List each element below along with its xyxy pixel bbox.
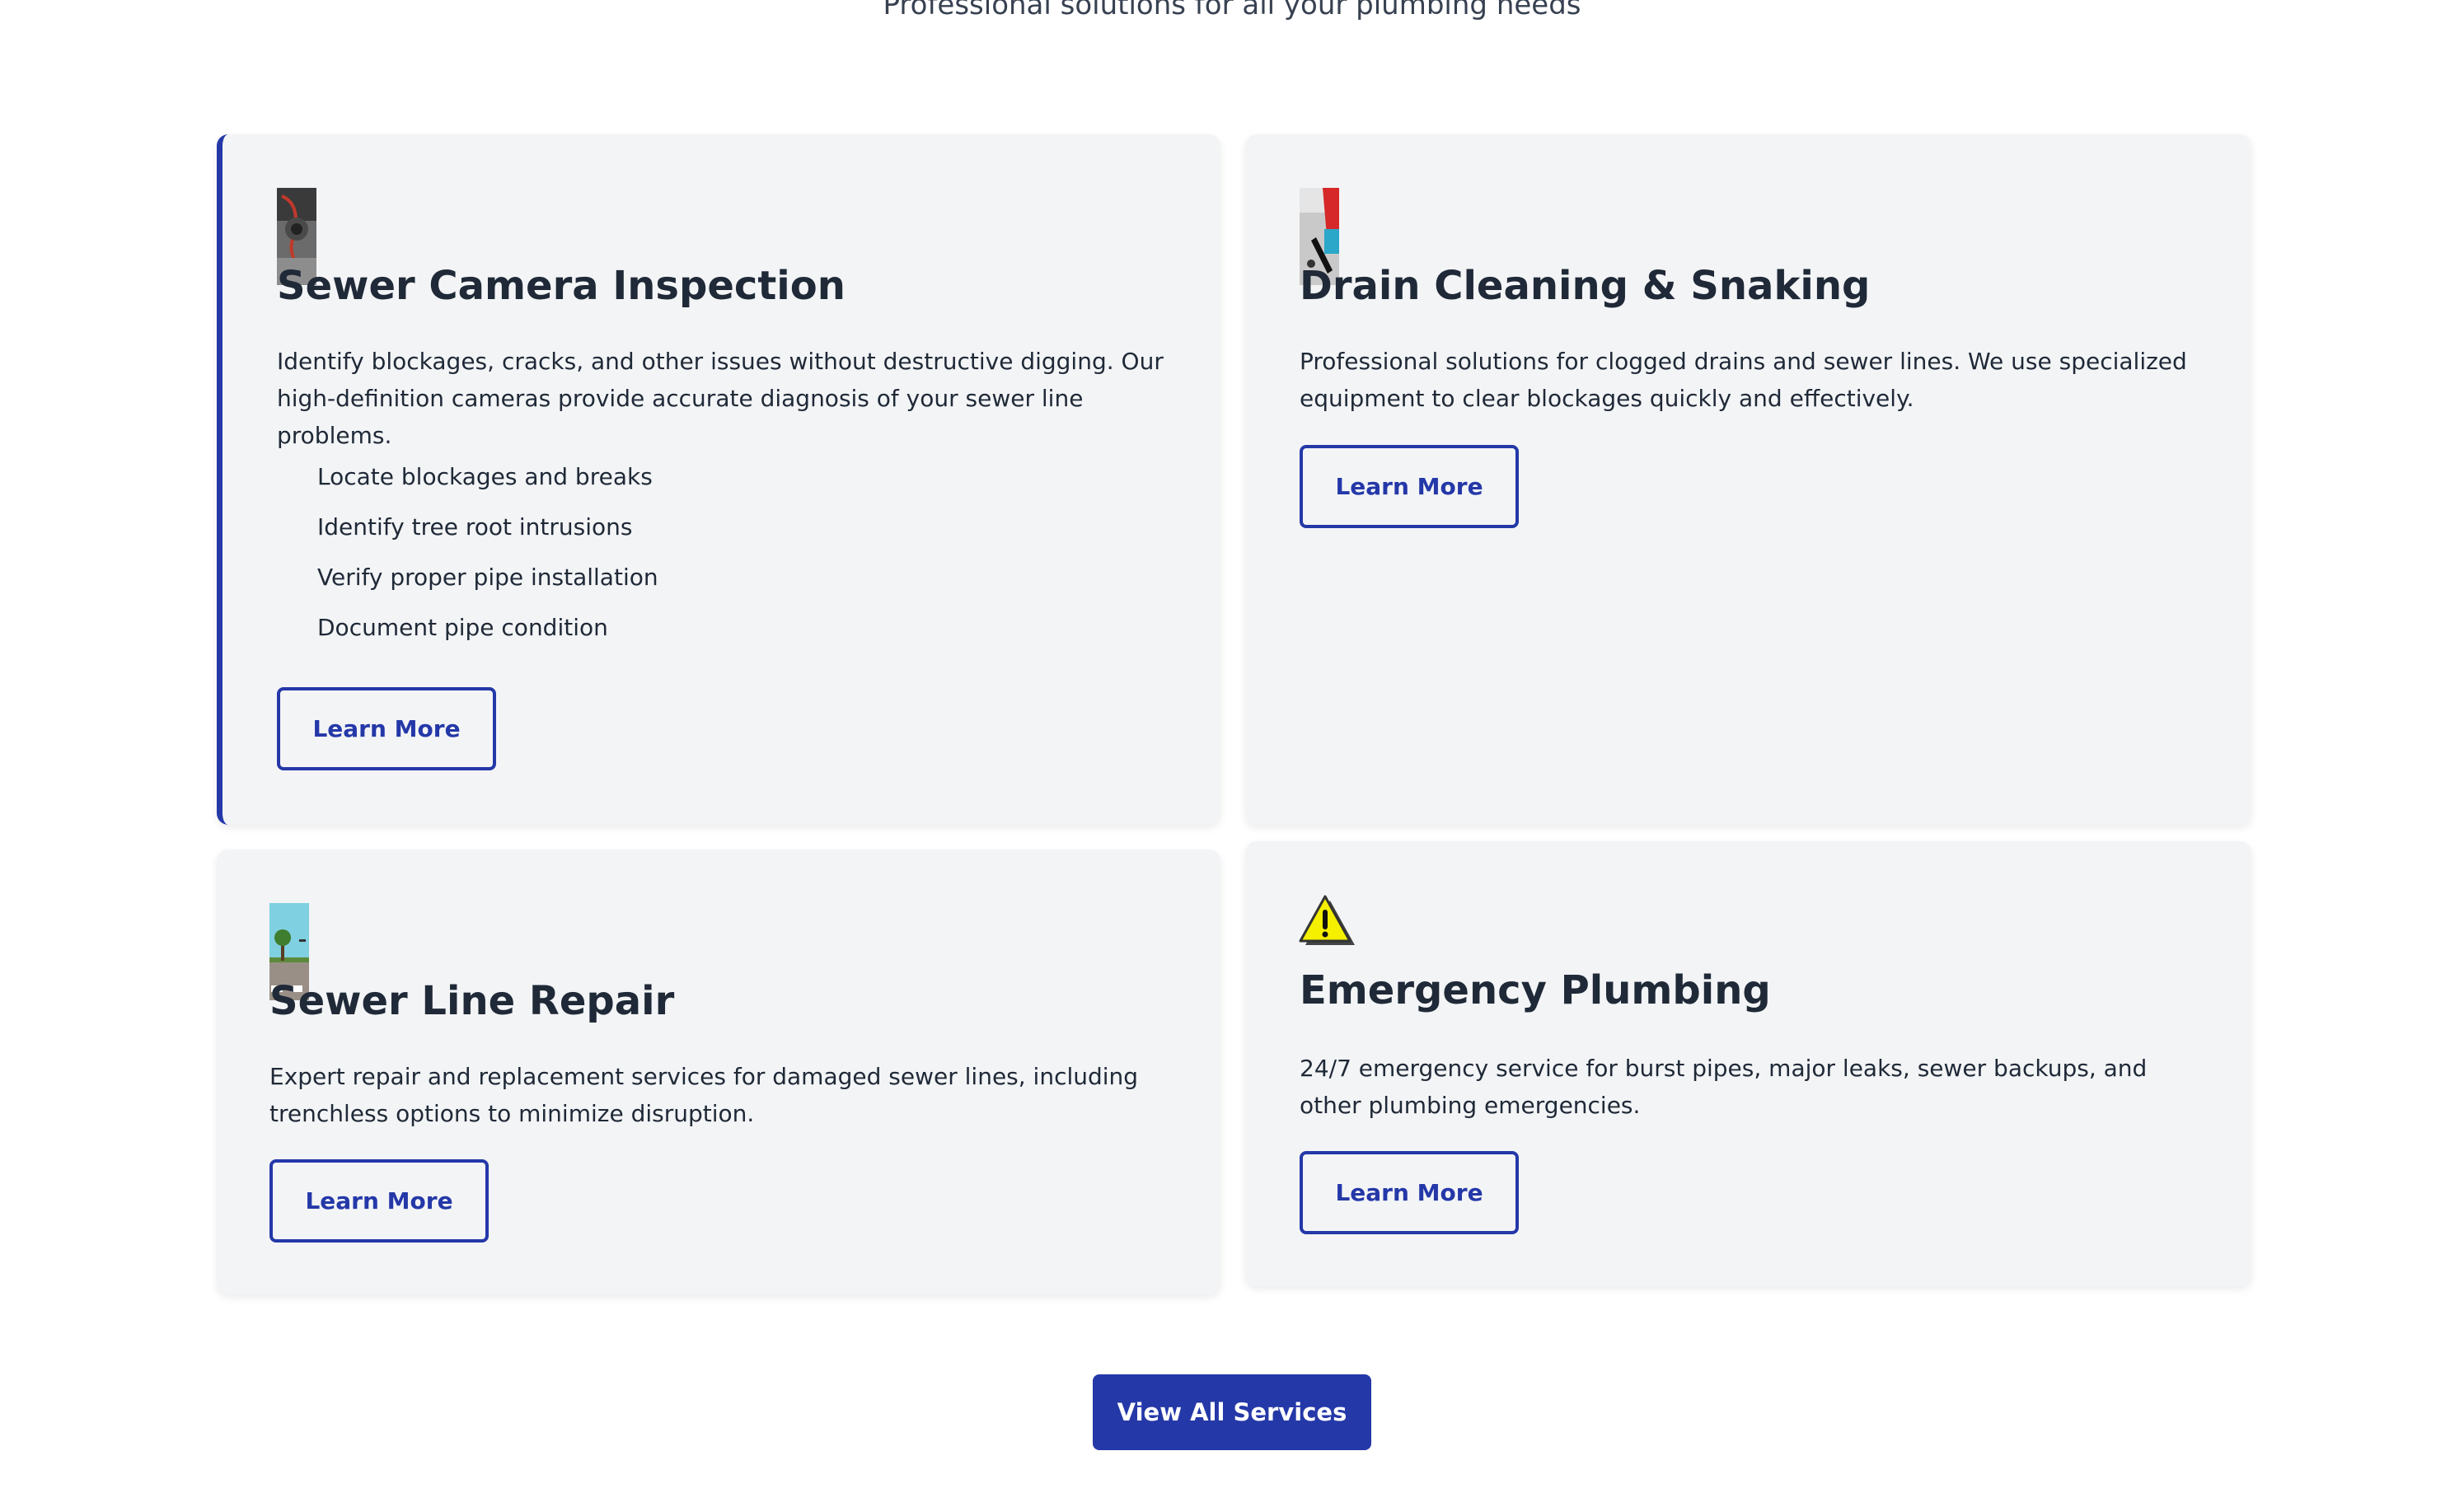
feature-item: Verify proper pipe installation: [317, 564, 658, 591]
section-subtitle: Professional solutions for all your plum…: [883, 0, 1581, 21]
card-description: 24/7 emergency service for burst pipes, …: [1300, 1055, 2148, 1119]
service-card-drain-cleaning: Drain Cleaning & Snaking Professional so…: [1245, 134, 2251, 825]
card-title: Drain Cleaning & Snaking: [1300, 263, 1871, 309]
learn-more-button[interactable]: Learn More: [277, 687, 496, 770]
card-title: Emergency Plumbing: [1300, 967, 1771, 1013]
card-description: Professional solutions for clogged drain…: [1300, 348, 2187, 412]
card-title: Sewer Line Repair: [269, 978, 675, 1024]
learn-more-button[interactable]: Learn More: [1300, 1151, 1519, 1234]
learn-more-button[interactable]: Learn More: [1300, 445, 1519, 528]
card-description: Expert repair and replacement services f…: [269, 1063, 1139, 1127]
feature-item: Locate blockages and breaks: [317, 463, 653, 490]
card-description: Identify blockages, cracks, and other is…: [277, 348, 1164, 449]
card-title: Sewer Camera Inspection: [277, 263, 846, 309]
learn-more-button[interactable]: Learn More: [269, 1159, 489, 1243]
service-card-emergency-plumbing: Emergency Plumbing 24/7 emergency servic…: [1245, 841, 2251, 1286]
services-section: Professional solutions for all your plum…: [0, 0, 2464, 1493]
warning-icon: [1299, 895, 1355, 945]
feature-item: Identify tree root intrusions: [317, 513, 633, 541]
feature-item: Document pipe condition: [317, 614, 608, 641]
feature-list: Locate blockages and breaks Identify tre…: [317, 452, 658, 653]
service-card-sewer-line-repair: Sewer Line Repair Expert repair and repl…: [217, 849, 1220, 1294]
view-all-services-button[interactable]: View All Services: [1093, 1374, 1371, 1450]
service-card-sewer-camera: Sewer Camera Inspection Identify blockag…: [217, 134, 1220, 825]
